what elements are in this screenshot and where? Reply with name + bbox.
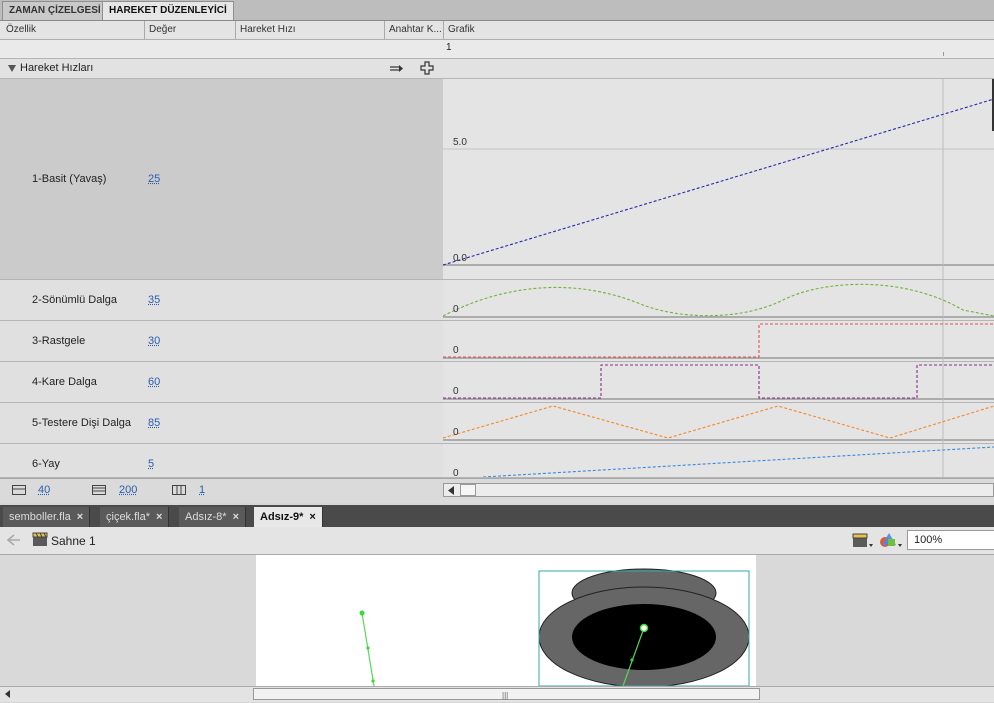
graph-size-value[interactable]: 40	[38, 484, 50, 496]
ease-value[interactable]: 60	[148, 376, 160, 388]
doc-tab-cicek[interactable]: çiçek.fla* ×	[100, 507, 169, 527]
ease-value[interactable]: 25	[148, 173, 160, 185]
doc-tab-semboller[interactable]: semboller.fla ×	[3, 507, 90, 527]
graph-scrollbar[interactable]	[443, 483, 994, 497]
ease-label: 5-Testere Dişi Dalga	[32, 417, 131, 429]
zoom-value: 100%	[914, 534, 942, 546]
ease-curve	[443, 284, 994, 316]
scroll-thumb[interactable]	[460, 484, 476, 496]
section-eases[interactable]: Hareket Hızları	[0, 59, 994, 79]
ease-label: 4-Kare Dalga	[32, 376, 97, 388]
column-ease: Hareket Hızı	[235, 21, 296, 39]
add-icon[interactable]	[420, 61, 434, 75]
close-icon[interactable]: ×	[233, 511, 239, 523]
scale-bottom-label: 0.0	[453, 253, 467, 264]
column-property: Özellik	[2, 21, 36, 39]
ease-label: 1-Basit (Yavaş)	[32, 173, 106, 185]
frame-ruler[interactable]: 1	[0, 40, 994, 59]
ease-curve	[483, 447, 994, 477]
scale-top-label: 5.0	[453, 137, 467, 148]
ease-label: 3-Rastgele	[32, 335, 85, 347]
doc-tab-label: Adsız-8*	[185, 511, 227, 523]
doc-tab-label: semboller.fla	[9, 511, 71, 523]
expanded-size-value[interactable]: 200	[119, 484, 137, 496]
column-value: Değer	[144, 21, 176, 39]
ease-graph-6[interactable]: 0	[443, 444, 994, 478]
ease-graph-5[interactable]: 0	[443, 403, 994, 444]
frame-number: 1	[446, 42, 452, 53]
document-tab-bar: semboller.fla × çiçek.fla* × Adsız-8* × Ads…	[0, 505, 994, 527]
close-icon[interactable]: ×	[156, 511, 162, 523]
column-graph: Grafik	[443, 21, 475, 39]
column-header: Özellik Değer Hareket Hızı Anahtar K... …	[0, 21, 994, 40]
ease-row-6[interactable]: 6-Yay 5	[0, 444, 443, 478]
ease-value[interactable]: 85	[148, 417, 160, 429]
ease-curve	[443, 99, 994, 265]
zoom-field[interactable]: 100%	[907, 530, 994, 550]
viewable-frames-icon	[172, 485, 186, 495]
section-label: Hareket Hızları	[20, 62, 93, 74]
ease-graph-4[interactable]: 0	[443, 362, 994, 403]
ease-row-1[interactable]: 1-Basit (Yavaş) 25	[0, 79, 443, 280]
doc-tab-label: çiçek.fla*	[106, 511, 150, 523]
doc-tab-adsiz-9[interactable]: Adsız-9* ×	[254, 507, 323, 527]
tab-timeline[interactable]: ZAMAN ÇİZELGESİ	[2, 1, 108, 20]
close-icon[interactable]: ×	[77, 511, 83, 523]
graph-size-icon	[12, 485, 26, 495]
zero-label: 0	[453, 386, 459, 397]
edit-scene-icon[interactable]	[852, 531, 874, 549]
reset-icon[interactable]	[389, 63, 403, 75]
zero-label: 0	[453, 304, 459, 315]
doc-tab-label: Adsız-9*	[260, 511, 303, 523]
expanded-graph-size-icon	[92, 485, 106, 495]
ease-graph-3[interactable]: 0	[443, 321, 994, 362]
ruler-tick	[943, 52, 944, 56]
ease-label: 6-Yay	[32, 458, 60, 470]
stage-canvas[interactable]	[256, 555, 756, 686]
ease-value[interactable]: 30	[148, 335, 160, 347]
ease-graph-2[interactable]: 0	[443, 280, 994, 321]
grip-icon: |||	[502, 691, 508, 700]
zero-label: 0	[453, 345, 459, 356]
zero-label: 0	[453, 427, 459, 438]
ease-curve	[443, 406, 994, 438]
stage-area[interactable]	[0, 555, 994, 686]
ease-row-4[interactable]: 4-Kare Dalga 60	[0, 362, 443, 403]
triangle-down-icon[interactable]	[8, 65, 16, 72]
panel-tab-bar: ZAMAN ÇİZELGESİ HAREKET DÜZENLEYİCİ	[0, 0, 994, 21]
ease-value[interactable]: 5	[148, 458, 154, 470]
ease-value[interactable]: 35	[148, 294, 160, 306]
ease-curve	[443, 365, 994, 398]
scroll-left-icon[interactable]	[447, 486, 455, 495]
edit-symbol-icon[interactable]	[879, 531, 903, 549]
ease-graph-1[interactable]: 5.0 0.0	[443, 79, 994, 280]
ease-curve	[443, 324, 994, 357]
ease-row-5[interactable]: 5-Testere Dişi Dalga 85	[0, 403, 443, 444]
tab-motion-editor[interactable]: HAREKET DÜZENLEYİCİ	[102, 1, 234, 20]
viewable-frames-value[interactable]: 1	[199, 484, 205, 496]
close-icon[interactable]: ×	[309, 511, 315, 523]
back-arrow-icon[interactable]	[7, 534, 21, 546]
ease-row-2[interactable]: 2-Sönümlü Dalga 35	[0, 280, 443, 321]
stage-scrollbar[interactable]: |||	[0, 686, 994, 702]
edit-bar: Sahne 1 100%	[0, 527, 994, 555]
column-keyframe: Anahtar K...	[384, 21, 442, 39]
doc-tab-adsiz-8[interactable]: Adsız-8* ×	[179, 507, 246, 527]
clapperboard-icon	[32, 531, 48, 547]
stage-scroll-thumb[interactable]: |||	[253, 688, 760, 700]
motion-editor-footer: 40 200 1	[0, 478, 994, 503]
scene-name: Sahne 1	[51, 534, 96, 548]
scroll-left-icon[interactable]	[4, 690, 11, 698]
ease-label: 2-Sönümlü Dalga	[32, 294, 117, 306]
ease-row-3[interactable]: 3-Rastgele 30	[0, 321, 443, 362]
